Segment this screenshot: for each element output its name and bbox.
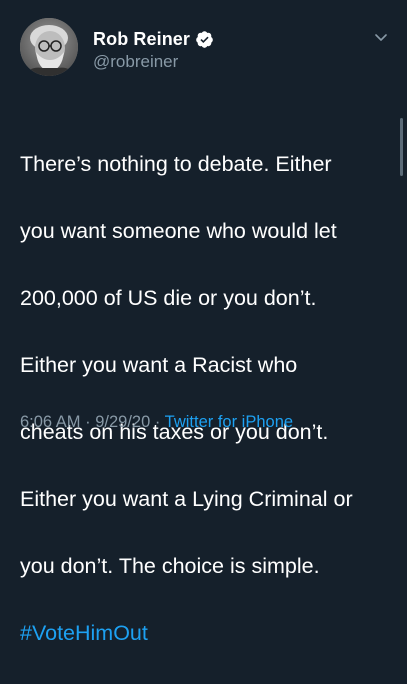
meta-separator: · (150, 413, 165, 431)
meta-separator: · (80, 413, 96, 431)
author-handle[interactable]: @robreiner (93, 52, 178, 72)
chevron-down-icon[interactable] (374, 30, 388, 44)
tweet-line: 200,000 of US die or you don’t. (20, 285, 317, 310)
avatar[interactable] (20, 18, 78, 76)
scrollbar[interactable] (400, 118, 403, 176)
tweet-line: you don’t. The choice is simple. (20, 553, 320, 578)
tweet-line: you want someone who would let (20, 218, 337, 243)
tweet-line: Either you want a Racist who (20, 352, 298, 377)
tweet-meta: 6:06 AM · 9/29/20 · Twitter for iPhone (20, 413, 293, 432)
tweet-card: Rob Reiner @robreiner There’s nothing to… (0, 0, 407, 645)
author-name-row[interactable]: Rob Reiner (93, 27, 214, 51)
author-display-name[interactable]: Rob Reiner (93, 29, 190, 50)
tweet-source-link[interactable]: Twitter for iPhone (165, 413, 293, 431)
hashtag-link[interactable]: #VoteHimOut (20, 617, 396, 651)
tweet-time[interactable]: 6:06 AM (20, 413, 81, 431)
tweet-date[interactable]: 9/29/20 (95, 413, 150, 431)
avatar-image (20, 18, 78, 76)
verified-badge-icon (195, 30, 214, 49)
tweet-line: There’s nothing to debate. Either (20, 151, 332, 176)
tweet-text: There’s nothing to debate. Either you wa… (20, 114, 396, 684)
tweet-line: Either you want a Lying Criminal or (20, 486, 353, 511)
